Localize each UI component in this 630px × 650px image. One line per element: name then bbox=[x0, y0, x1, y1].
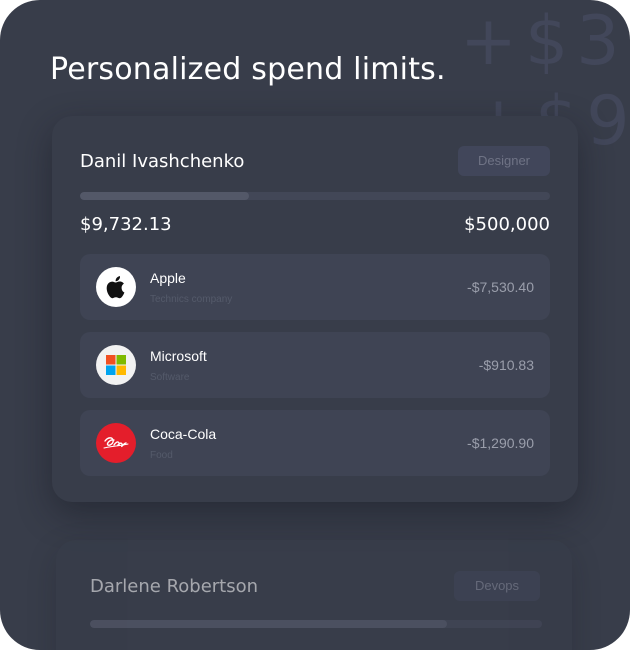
transaction-row-microsoft[interactable]: Microsoft Software -$910.83 bbox=[80, 332, 550, 398]
employee-name: Darlene Robertson bbox=[90, 576, 259, 597]
spend-progress-fill bbox=[80, 192, 250, 200]
merchant-category: Food bbox=[150, 450, 173, 461]
spent-amount: $9,732.13 bbox=[80, 214, 172, 235]
transaction-amount: -$7,530.40 bbox=[467, 279, 534, 295]
transaction-row-apple[interactable]: Apple Technics company -$7,530.40 bbox=[80, 254, 550, 320]
spend-progress-bar bbox=[90, 620, 542, 628]
spend-progress-bar bbox=[80, 192, 550, 200]
merchant-name: Coca-Cola bbox=[150, 426, 217, 442]
limit-amount: $500,000 bbox=[464, 214, 550, 235]
merchant-category: Software bbox=[150, 372, 190, 383]
coca-cola-logo-icon bbox=[96, 423, 136, 463]
employee-card[interactable]: Danil Ivashchenko Designer $9,732.13 $50… bbox=[52, 116, 578, 502]
transaction-row-coca-cola[interactable]: Coca-Cola Food -$1,290.90 bbox=[80, 410, 550, 476]
merchant-name: Apple bbox=[150, 270, 186, 286]
microsoft-logo-icon bbox=[96, 345, 136, 385]
headline: Personalized spend limits. bbox=[50, 52, 446, 87]
employee-name: Danil Ivashchenko bbox=[80, 151, 245, 172]
apple-logo-icon bbox=[96, 267, 136, 307]
transaction-amount: -$910.83 bbox=[478, 357, 534, 373]
role-badge: Devops bbox=[454, 571, 540, 601]
transaction-amount: -$1,290.90 bbox=[467, 435, 534, 451]
spend-progress-fill bbox=[90, 620, 448, 628]
merchant-name: Microsoft bbox=[150, 348, 207, 364]
spend-limits-panel: +$31, +$95 Personalized spend limits. Da… bbox=[0, 0, 630, 650]
merchant-category: Technics company bbox=[150, 294, 233, 305]
role-badge: Designer bbox=[458, 146, 550, 176]
employee-card-secondary[interactable]: Darlene Robertson Devops bbox=[56, 540, 572, 650]
background-amount-1: +$31, bbox=[460, 2, 630, 81]
